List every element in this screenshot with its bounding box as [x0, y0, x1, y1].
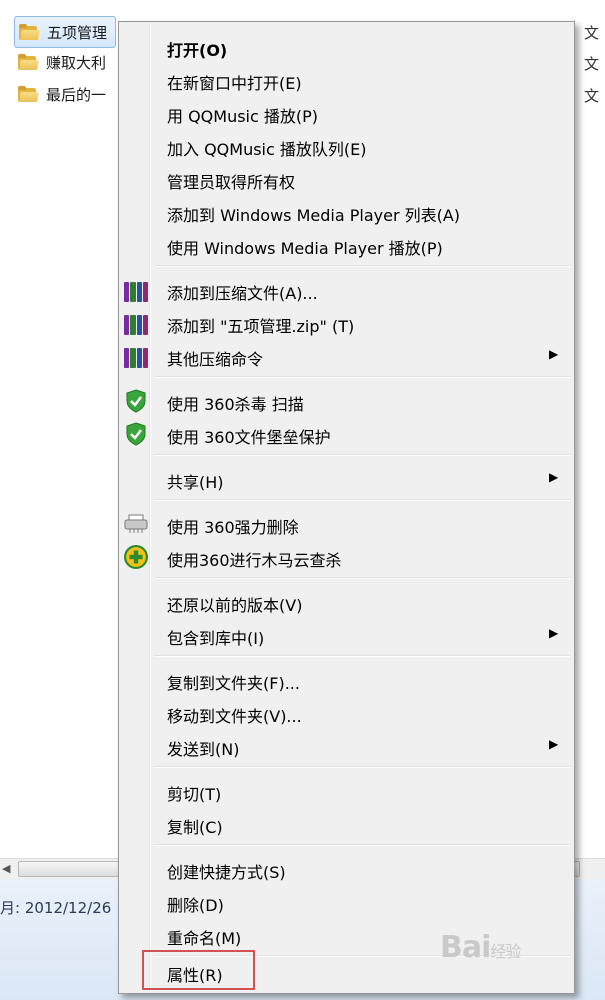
menu-separator: [155, 655, 570, 657]
menu-item-360-protect[interactable]: 使用 360文件堡垒保护: [119, 417, 574, 450]
winrar-books-icon: [124, 311, 148, 335]
menu-separator: [155, 844, 570, 846]
360-cloud-scan-icon: [124, 545, 148, 569]
file-type: 文: [584, 55, 600, 73]
menu-item-copy[interactable]: 复制(C): [119, 807, 574, 840]
submenu-arrow-icon: ▶: [549, 737, 559, 751]
menu-item-play-wmp[interactable]: 使用 Windows Media Player 播放(P): [119, 228, 574, 261]
menu-item-send-to[interactable]: 发送到(N) ▶: [119, 729, 574, 762]
menu-item-take-ownership[interactable]: 管理员取得所有权: [119, 162, 574, 195]
menu-item-move-to-folder[interactable]: 移动到文件夹(V)...: [119, 696, 574, 729]
submenu-arrow-icon: ▶: [549, 626, 559, 640]
submenu-arrow-icon: ▶: [549, 347, 559, 361]
menu-item-open-new-window[interactable]: 在新窗口中打开(E): [119, 63, 574, 96]
folder-icon: [18, 85, 39, 103]
properties-highlight-box: [142, 950, 255, 990]
menu-item-add-zip[interactable]: 添加到 "五项管理.zip" (T): [119, 306, 574, 339]
menu-item-play-qqmusic[interactable]: 用 QQMusic 播放(P): [119, 96, 574, 129]
menu-item-360-force-delete[interactable]: 使用 360强力删除: [119, 507, 574, 540]
menu-item-other-compress[interactable]: 其他压缩命令 ▶: [119, 339, 574, 372]
menu-item-queue-qqmusic[interactable]: 加入 QQMusic 播放队列(E): [119, 129, 574, 162]
menu-item-add-wmp-list[interactable]: 添加到 Windows Media Player 列表(A): [119, 195, 574, 228]
menu-item-create-shortcut[interactable]: 创建快捷方式(S): [119, 852, 574, 885]
menu-item-share[interactable]: 共享(H) ▶: [119, 462, 574, 495]
baidu-watermark: Bai经验: [440, 930, 521, 965]
winrar-books-icon: [124, 344, 148, 368]
file-name: 赚取大利: [46, 53, 107, 72]
menu-separator: [155, 499, 570, 501]
modified-date: 月: 2012/12/26: [0, 899, 112, 917]
submenu-arrow-icon: ▶: [549, 470, 559, 484]
folder-icon: [19, 23, 40, 41]
menu-separator: [155, 454, 570, 456]
360-shield-icon: [126, 389, 146, 413]
file-row-selected[interactable]: 五项管理: [14, 16, 117, 48]
menu-item-open[interactable]: 打开(O): [119, 30, 574, 63]
menu-item-copy-to-folder[interactable]: 复制到文件夹(F)...: [119, 663, 574, 696]
menu-item-360-scan[interactable]: 使用 360杀毒 扫描: [119, 384, 574, 417]
file-row[interactable]: 最后的一: [14, 79, 106, 109]
file-row[interactable]: 赚取大利: [14, 47, 106, 77]
menu-item-include-library[interactable]: 包含到库中(I) ▶: [119, 618, 574, 651]
menu-separator: [155, 265, 570, 267]
menu-item-add-archive[interactable]: 添加到压缩文件(A)...: [119, 273, 574, 306]
file-type: 文: [584, 87, 600, 105]
menu-separator: [155, 376, 570, 378]
winrar-books-icon: [124, 278, 148, 302]
file-name: 最后的一: [46, 85, 107, 104]
file-type: 文: [584, 24, 600, 42]
360-shield-icon: [126, 422, 146, 446]
shredder-icon: [124, 514, 148, 533]
folder-icon: [18, 53, 39, 71]
menu-separator: [155, 577, 570, 579]
menu-item-delete[interactable]: 删除(D): [119, 885, 574, 918]
context-menu: 打开(O) 在新窗口中打开(E) 用 QQMusic 播放(P) 加入 QQMu…: [118, 21, 575, 994]
file-name: 五项管理: [47, 23, 108, 42]
scroll-left-arrow-icon[interactable]: ◀: [2, 862, 10, 875]
menu-item-360-cloud-scan[interactable]: 使用360进行木马云查杀: [119, 540, 574, 573]
menu-separator: [155, 766, 570, 768]
menu-item-cut[interactable]: 剪切(T): [119, 774, 574, 807]
menu-item-restore-versions[interactable]: 还原以前的版本(V): [119, 585, 574, 618]
